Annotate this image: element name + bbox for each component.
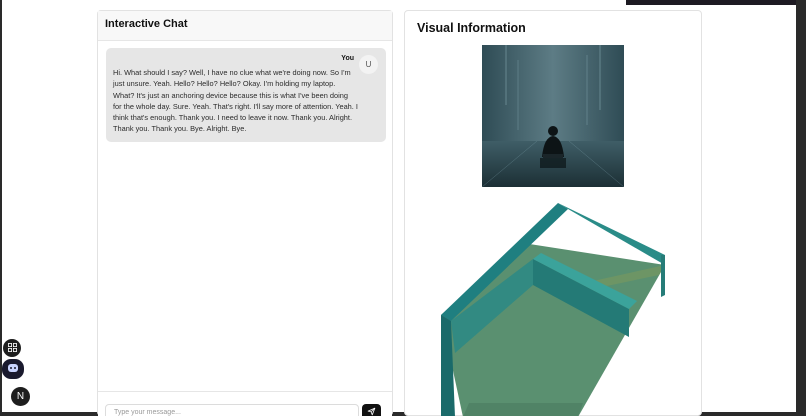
message-sender: You — [341, 55, 354, 62]
bot-icon — [7, 360, 19, 378]
scene-image — [482, 45, 624, 187]
chat-title: Interactive Chat — [105, 18, 188, 30]
window-frame-left — [0, 0, 2, 416]
chat-header: Interactive Chat — [98, 11, 392, 41]
send-button[interactable] — [362, 404, 381, 416]
message-composer: Type your message... — [98, 391, 392, 416]
message-input[interactable]: Type your message... — [105, 404, 359, 416]
window-frame-right — [796, 0, 806, 416]
visual-panel: Visual Information — [404, 10, 702, 416]
grid-icon — [7, 339, 17, 357]
assistant-button[interactable] — [2, 359, 24, 379]
send-icon — [367, 403, 376, 416]
window-frame-top — [626, 0, 806, 5]
3d-render-image — [433, 203, 669, 416]
n-avatar-button[interactable]: N — [11, 387, 30, 406]
visual-title: Visual Information — [417, 21, 526, 35]
chat-panel: Interactive Chat You U Hi. What should I… — [97, 10, 393, 416]
chat-message: You U Hi. What should I say? Well, I hav… — [106, 48, 386, 142]
avatar: U — [359, 55, 378, 74]
grid-button[interactable] — [3, 339, 21, 357]
message-text: Hi. What should I say? Well, I have no c… — [113, 68, 358, 134]
